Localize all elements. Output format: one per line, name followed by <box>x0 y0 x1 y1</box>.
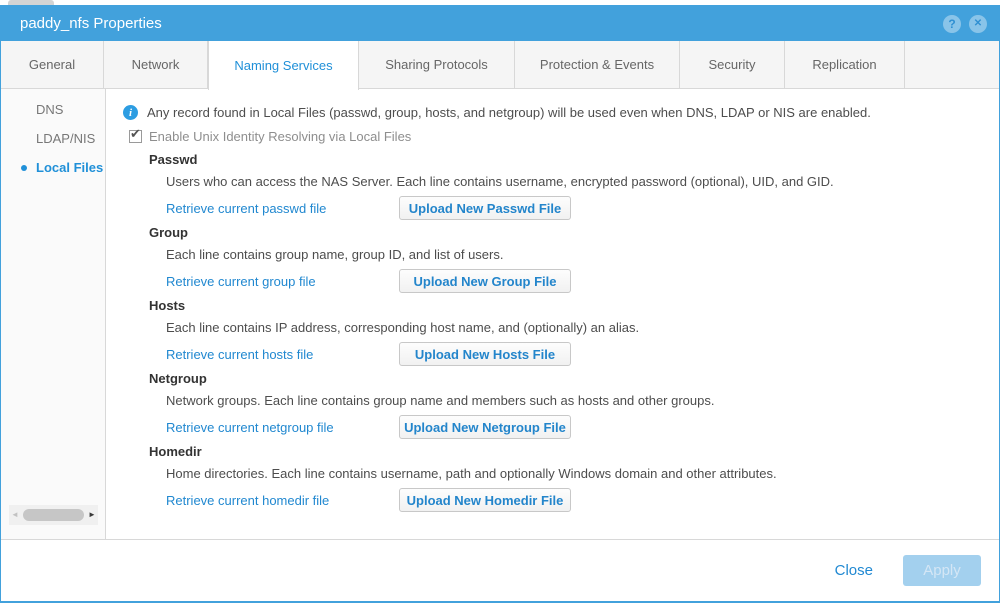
tab-general[interactable]: General <box>1 41 104 88</box>
upload-homedir-button[interactable]: Upload New Homedir File <box>399 488 571 512</box>
tab-label: Security <box>709 57 756 72</box>
upload-passwd-button[interactable]: Upload New Passwd File <box>399 196 571 220</box>
upload-hosts-button[interactable]: Upload New Hosts File <box>399 342 571 366</box>
sidebar-item-label: LDAP/NIS <box>36 131 95 146</box>
section-actions: Retrieve current passwd file Upload New … <box>166 196 999 220</box>
close-button[interactable]: Close <box>835 562 873 579</box>
tab-sharing-protocols[interactable]: Sharing Protocols <box>359 41 515 88</box>
local-files-panel: i Any record found in Local Files (passw… <box>106 89 999 539</box>
tab-label: Replication <box>812 57 876 72</box>
tab-network[interactable]: Network <box>104 41 208 88</box>
retrieve-netgroup-link[interactable]: Retrieve current netgroup file <box>166 420 399 435</box>
section-description: Network groups. Each line contains group… <box>166 393 999 408</box>
unix-identity-checkbox-row: ✔ Enable Unix Identity Resolving via Loc… <box>129 129 999 144</box>
dialog-body: DNS LDAP/NIS Local Files ◄ ► i Any recor… <box>1 89 999 539</box>
section-description: Home directories. Each line contains use… <box>166 466 999 481</box>
section-actions: Retrieve current hosts file Upload New H… <box>166 342 999 366</box>
dialog-title: paddy_nfs Properties <box>20 15 162 32</box>
section-actions: Retrieve current group file Upload New G… <box>166 269 999 293</box>
checkmark-icon: ✔ <box>130 126 141 142</box>
tab-label: Sharing Protocols <box>385 57 488 72</box>
properties-dialog: paddy_nfs Properties ? ✕ General Network… <box>0 5 1000 603</box>
section-actions: Retrieve current homedir file Upload New… <box>166 488 999 512</box>
retrieve-homedir-link[interactable]: Retrieve current homedir file <box>166 493 399 508</box>
retrieve-passwd-link[interactable]: Retrieve current passwd file <box>166 201 399 216</box>
section-description: Each line contains group name, group ID,… <box>166 247 999 262</box>
section-title: Hosts <box>149 298 999 313</box>
tab-label: Network <box>132 57 180 72</box>
section-passwd: Passwd Users who can access the NAS Serv… <box>149 152 999 220</box>
section-group: Group Each line contains group name, gro… <box>149 225 999 293</box>
scroll-left-icon[interactable]: ◄ <box>9 505 21 525</box>
info-banner: i Any record found in Local Files (passw… <box>123 105 999 120</box>
dialog-footer: Close Apply <box>1 539 999 601</box>
section-title: Group <box>149 225 999 240</box>
upload-group-button[interactable]: Upload New Group File <box>399 269 571 293</box>
tab-naming-services[interactable]: Naming Services <box>208 41 359 90</box>
selected-bullet-icon <box>21 165 27 171</box>
checkbox-label: Enable Unix Identity Resolving via Local… <box>149 129 411 144</box>
file-sections: Passwd Users who can access the NAS Serv… <box>149 152 999 512</box>
section-description: Each line contains IP address, correspon… <box>166 320 999 335</box>
section-netgroup: Netgroup Network groups. Each line conta… <box>149 371 999 439</box>
tab-label: General <box>29 57 75 72</box>
sidebar-item-label: DNS <box>36 102 63 117</box>
sidebar-item-dns[interactable]: DNS <box>1 95 105 124</box>
dialog-titlebar: paddy_nfs Properties ? ✕ <box>1 6 999 41</box>
tab-protection-events[interactable]: Protection & Events <box>515 41 680 88</box>
tab-label: Naming Services <box>234 58 332 73</box>
info-text: Any record found in Local Files (passwd,… <box>147 105 871 120</box>
upload-netgroup-button[interactable]: Upload New Netgroup File <box>399 415 571 439</box>
retrieve-hosts-link[interactable]: Retrieve current hosts file <box>166 347 399 362</box>
scrollbar-thumb[interactable] <box>23 509 84 521</box>
sidebar-item-label: Local Files <box>36 160 103 175</box>
section-homedir: Homedir Home directories. Each line cont… <box>149 444 999 512</box>
info-icon: i <box>123 105 138 120</box>
sidebar: DNS LDAP/NIS Local Files ◄ ► <box>1 89 106 539</box>
tab-label: Protection & Events <box>540 57 654 72</box>
tab-filler <box>905 41 999 88</box>
section-hosts: Hosts Each line contains IP address, cor… <box>149 298 999 366</box>
sidebar-item-ldap-nis[interactable]: LDAP/NIS <box>1 124 105 153</box>
help-icon[interactable]: ? <box>943 15 961 33</box>
section-actions: Retrieve current netgroup file Upload Ne… <box>166 415 999 439</box>
unix-identity-checkbox[interactable]: ✔ <box>129 130 142 143</box>
close-icon[interactable]: ✕ <box>969 15 987 33</box>
retrieve-group-link[interactable]: Retrieve current group file <box>166 274 399 289</box>
section-title: Homedir <box>149 444 999 459</box>
tab-bar: General Network Naming Services Sharing … <box>1 41 999 89</box>
sidebar-scrollbar[interactable]: ◄ ► <box>9 505 98 525</box>
section-title: Netgroup <box>149 371 999 386</box>
tab-replication[interactable]: Replication <box>785 41 905 88</box>
apply-button[interactable]: Apply <box>903 555 981 586</box>
section-title: Passwd <box>149 152 999 167</box>
scroll-right-icon[interactable]: ► <box>86 505 98 525</box>
tab-security[interactable]: Security <box>680 41 785 88</box>
section-description: Users who can access the NAS Server. Eac… <box>166 174 999 189</box>
sidebar-item-local-files[interactable]: Local Files <box>1 153 105 182</box>
